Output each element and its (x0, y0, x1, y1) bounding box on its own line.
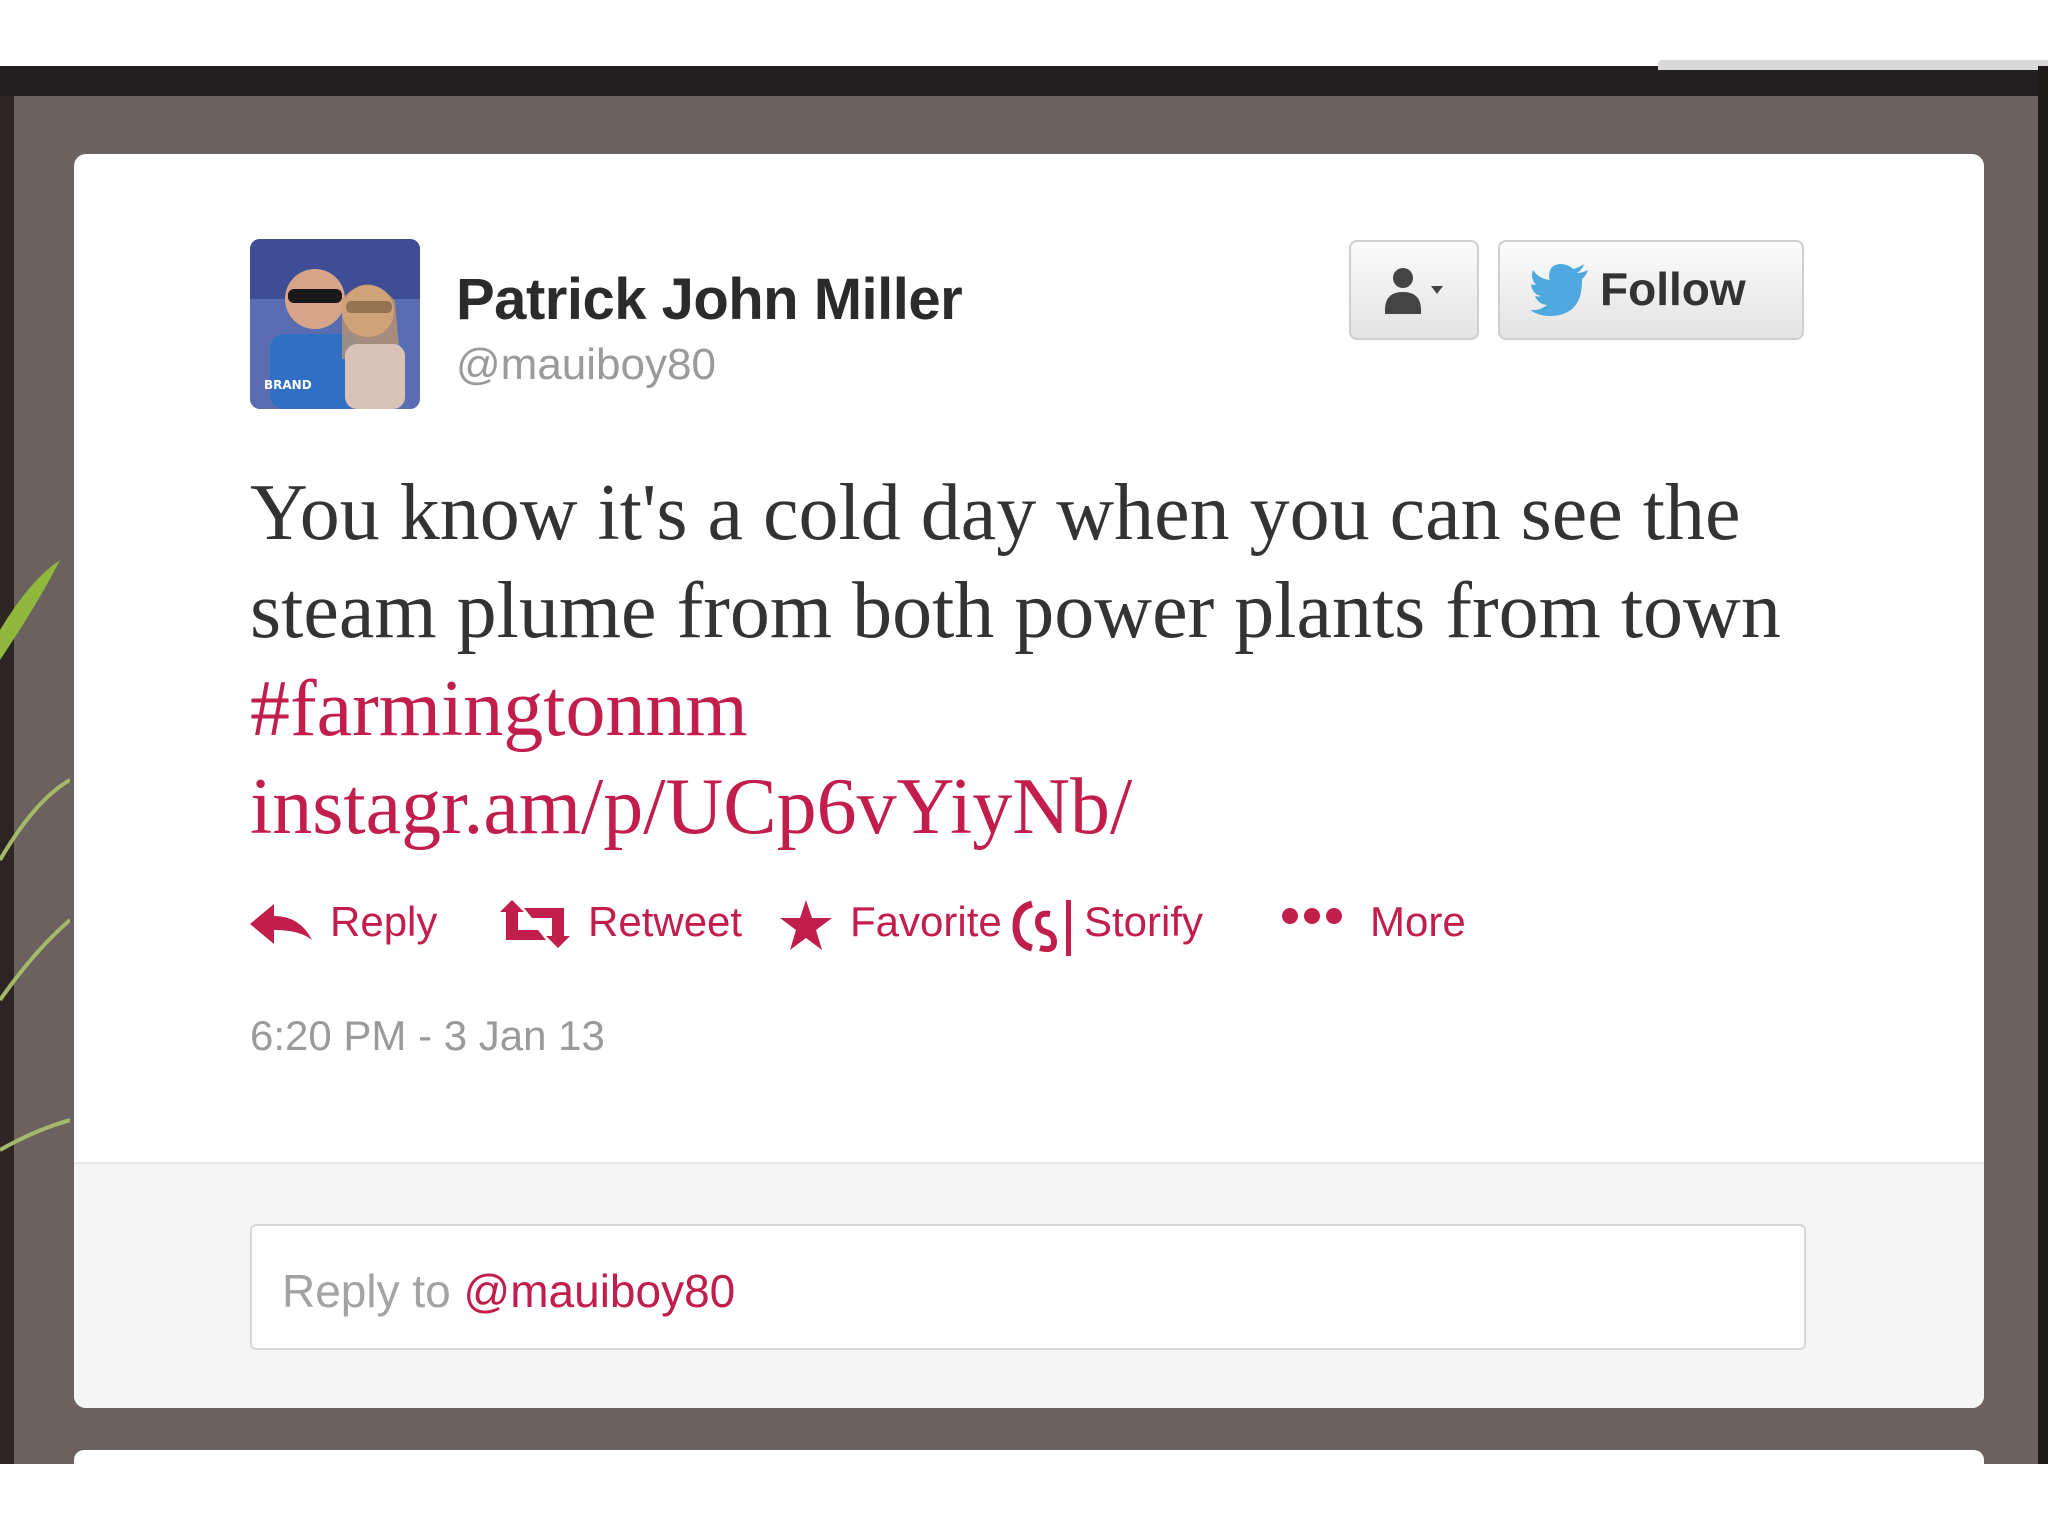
reply-label: Reply (330, 898, 438, 945)
author-name[interactable]: Patrick John Miller (456, 266, 963, 333)
tweet-card: BRAND Patrick John Miller @mauiboy80 Fol… (74, 154, 1984, 1408)
reply-prefix: Reply to (282, 1265, 464, 1317)
retweet-icon (500, 900, 570, 948)
more-label: More (1370, 898, 1466, 945)
reply-placeholder: Reply to @mauiboy80 (282, 1264, 735, 1318)
reply-mention: @mauiboy80 (463, 1265, 736, 1317)
star-icon (780, 900, 832, 950)
avatar-photo: BRAND (250, 239, 420, 409)
user-dropdown-icon (1385, 268, 1443, 314)
instagram-link[interactable]: instagr.am/p/UCp6vYiyNb/ (250, 763, 1132, 851)
svg-text:BRAND: BRAND (264, 378, 312, 392)
author-handle[interactable]: @mauiboy80 (456, 340, 716, 390)
storify-icon (1012, 900, 1071, 956)
browser-top-strip (0, 66, 2048, 96)
bottom-margin (0, 1464, 2048, 1536)
more-dots-icon (1282, 908, 1342, 924)
backdrop-right-edge (2038, 66, 2048, 1464)
retweet-label: Retweet (588, 898, 743, 945)
twitter-bird-icon (1530, 264, 1588, 316)
hashtag-link[interactable]: #farmingtonnm (250, 665, 748, 753)
background-leaf-decoration (0, 560, 70, 1152)
avatar[interactable]: BRAND (250, 239, 420, 409)
top-strip-highlight (1658, 60, 2048, 70)
tweet-body: You know it's a cold day when you can se… (250, 469, 1781, 655)
follow-button-label: Follow (1600, 263, 1746, 315)
tweet-text: You know it's a cold day when you can se… (250, 464, 1870, 856)
storify-label: Storify (1084, 898, 1204, 945)
follow-button[interactable]: Follow (1498, 240, 1804, 340)
tweet-timestamp[interactable]: 6:20 PM - 3 Jan 13 (250, 1012, 605, 1060)
reply-arrow-icon (250, 904, 312, 944)
reply-input[interactable]: Reply to @mauiboy80 (250, 1224, 1806, 1350)
favorite-label: Favorite (850, 898, 1002, 945)
user-actions-dropdown-button[interactable] (1349, 240, 1479, 340)
